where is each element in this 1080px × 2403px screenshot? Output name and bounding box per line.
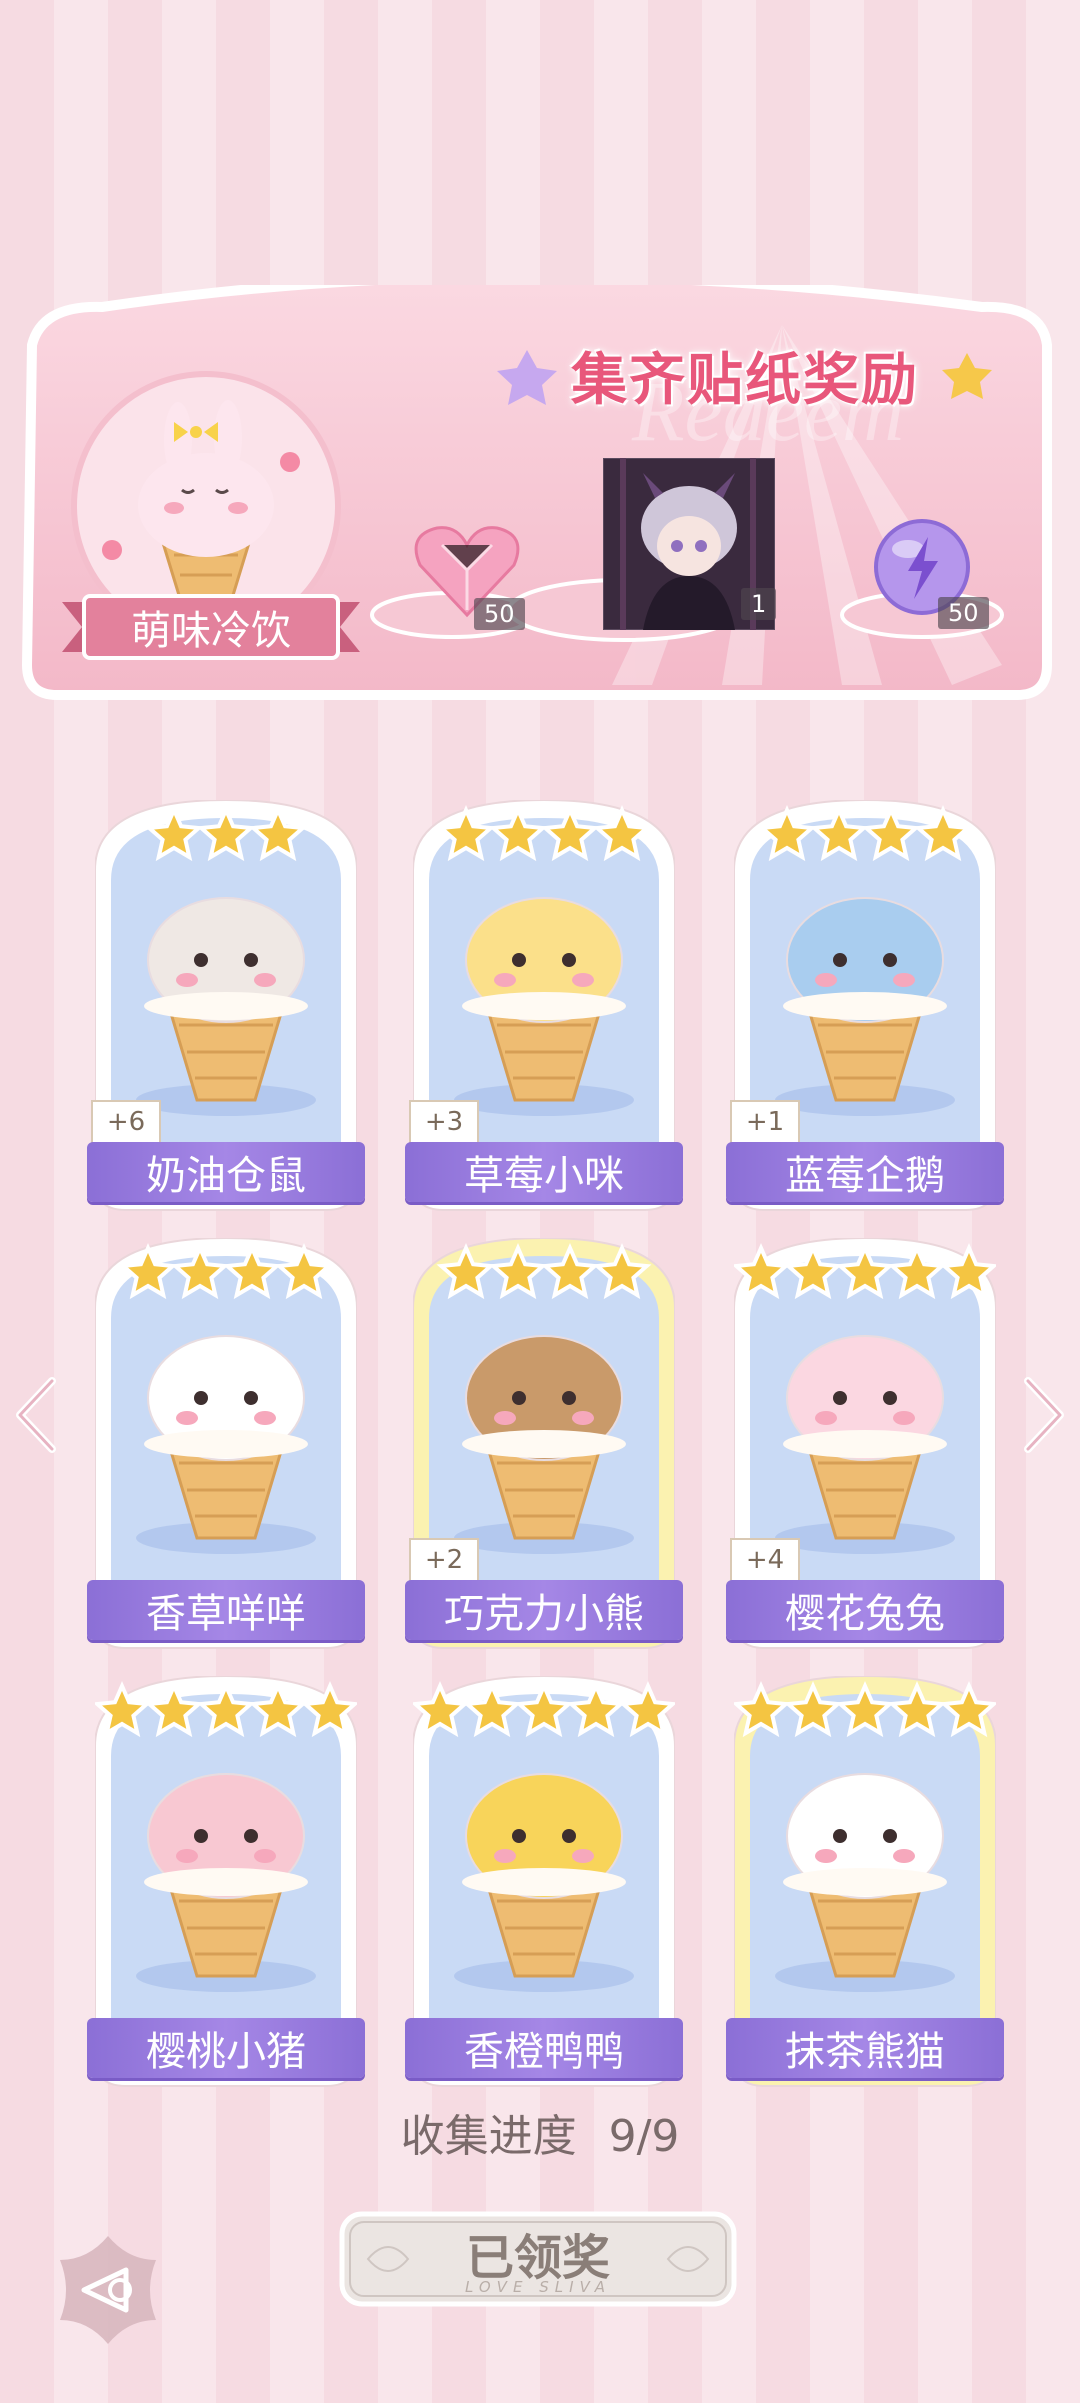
- reward-count: 50: [938, 597, 989, 629]
- prev-page-arrow-icon[interactable]: [12, 1375, 58, 1455]
- reward-character[interactable]: 1: [602, 457, 778, 633]
- star-icon: [887, 1680, 947, 1738]
- reward-gem[interactable]: 50: [412, 520, 532, 640]
- star-icon: [170, 1242, 230, 1300]
- claimed-button-subtitle: LOVE SLIVA: [464, 2278, 611, 2296]
- back-button[interactable]: [48, 2230, 168, 2350]
- sticker-name: 蓝莓企鹅: [726, 1142, 1004, 1202]
- star-icon: [436, 1242, 496, 1300]
- sticker-card[interactable]: 香橙鸭鸭: [405, 1676, 683, 2096]
- sticker-name: 香橙鸭鸭: [405, 2018, 683, 2078]
- star-icon: [118, 1242, 178, 1300]
- star-icon: [757, 804, 817, 862]
- banner-title: 集齐贴纸奖励: [571, 348, 919, 413]
- rating-stars: [436, 804, 652, 862]
- sticker-card[interactable]: 抹茶熊猫: [726, 1676, 1004, 2096]
- sticker-name: 奶油仓鼠: [87, 1142, 365, 1202]
- next-page-arrow-icon[interactable]: [1022, 1375, 1068, 1455]
- sticker-card[interactable]: 樱桃小猪: [87, 1676, 365, 2096]
- star-icon: [196, 804, 256, 862]
- series-name-text: 萌味冷饮: [131, 608, 291, 654]
- sticker-name: 香草咩咩: [87, 1580, 365, 1640]
- sticker-name: 樱桃小猪: [87, 2018, 365, 2078]
- duplicate-count-badge: +6: [91, 1100, 161, 1144]
- claimed-button[interactable]: 已领奖 LOVE SLIVA: [338, 2210, 738, 2308]
- star-icon: [913, 804, 973, 862]
- star-icon: [144, 1680, 204, 1738]
- sticker-name: 抹茶熊猫: [726, 2018, 1004, 2078]
- star-icon: [861, 804, 921, 862]
- star-icon: [939, 1242, 996, 1300]
- star-icon: [592, 1242, 652, 1300]
- sticker-name: 草莓小咪: [405, 1142, 683, 1202]
- reward-energy-orb[interactable]: 50: [870, 515, 990, 635]
- star-icon: [300, 1680, 357, 1738]
- star-icon: [274, 1242, 334, 1300]
- star-icon: [592, 804, 652, 862]
- sticker-card[interactable]: +3 草莓小咪: [405, 800, 683, 1220]
- star-icon: [835, 1680, 895, 1738]
- sticker-name: 巧克力小熊: [405, 1580, 683, 1640]
- star-icon: [734, 1680, 791, 1738]
- star-icon: [939, 1680, 996, 1738]
- star-icon: [95, 1680, 152, 1738]
- duplicate-count-badge: +3: [409, 1100, 479, 1144]
- star-icon: [413, 1680, 470, 1738]
- star-icon: [196, 1680, 256, 1738]
- rating-stars: [95, 1680, 357, 1738]
- star-icon: [783, 1680, 843, 1738]
- star-icon: [809, 804, 869, 862]
- star-icon: [540, 804, 600, 862]
- star-icon: [835, 1242, 895, 1300]
- star-icon: [514, 1680, 574, 1738]
- duplicate-count-badge: +2: [409, 1538, 479, 1582]
- rating-stars: [757, 804, 973, 862]
- rating-stars: [734, 1242, 996, 1300]
- rating-stars: [436, 1242, 652, 1300]
- rating-stars: [413, 1680, 675, 1738]
- star-icon: [248, 1680, 308, 1738]
- star-icon: [566, 1680, 626, 1738]
- sticker-card[interactable]: +4 樱花兔兔: [726, 1238, 1004, 1658]
- star-icon: [248, 804, 308, 862]
- duplicate-count-badge: +1: [730, 1100, 800, 1144]
- sticker-card[interactable]: +6 奶油仓鼠: [87, 800, 365, 1220]
- rating-stars: [144, 804, 308, 862]
- sticker-card[interactable]: +2 巧克力小熊: [405, 1238, 683, 1658]
- back-arrow-icon: [60, 2236, 156, 2344]
- progress-value: 9/9: [608, 2111, 680, 2162]
- series-name-label: 萌味冷饮: [62, 592, 360, 662]
- star-icon: [783, 1242, 843, 1300]
- rating-stars: [118, 1242, 334, 1300]
- star-icon: [887, 1242, 947, 1300]
- collection-progress: 收集进度 9/9: [0, 2100, 1080, 2170]
- rating-stars: [734, 1680, 996, 1738]
- reward-count: 1: [741, 588, 777, 620]
- sticker-card[interactable]: 香草咩咩: [87, 1238, 365, 1658]
- star-icon: [144, 804, 204, 862]
- progress-label: 收集进度: [400, 2111, 577, 2162]
- star-icon: [540, 1242, 600, 1300]
- star-icon: [462, 1680, 522, 1738]
- star-icon: [734, 1242, 791, 1300]
- star-icon: [488, 804, 548, 862]
- duplicate-count-badge: +4: [730, 1538, 800, 1582]
- star-icon: [618, 1680, 675, 1738]
- sticker-card[interactable]: +1 蓝莓企鹅: [726, 800, 1004, 1220]
- sticker-name: 樱花兔兔: [726, 1580, 1004, 1640]
- reward-count: 50: [474, 598, 525, 630]
- star-icon: [436, 804, 496, 862]
- star-icon: [488, 1242, 548, 1300]
- star-icon: [222, 1242, 282, 1300]
